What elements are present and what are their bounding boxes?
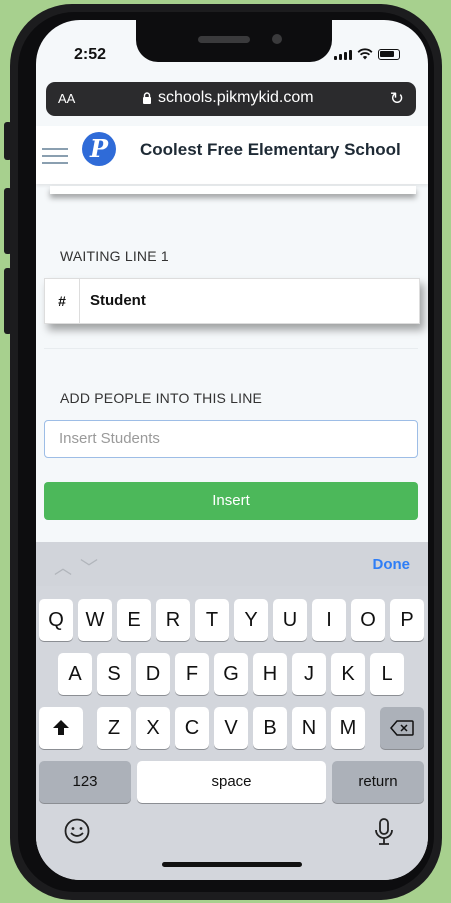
- section-divider: [44, 348, 418, 349]
- reload-icon[interactable]: ↻: [390, 89, 404, 109]
- previous-card-bottom: [50, 186, 416, 194]
- key-g[interactable]: G: [214, 653, 248, 695]
- key-p[interactable]: P: [390, 599, 424, 641]
- key-c[interactable]: C: [175, 707, 209, 749]
- key-s[interactable]: S: [97, 653, 131, 695]
- screen: 2:52 AA schools.pikmykid.com ↻ P Coolest…: [36, 20, 428, 880]
- insert-students-input[interactable]: Insert Students: [44, 420, 418, 458]
- url-display[interactable]: schools.pikmykid.com: [142, 89, 314, 107]
- menu-icon[interactable]: [42, 148, 68, 164]
- key-r[interactable]: R: [156, 599, 190, 641]
- key-t[interactable]: T: [195, 599, 229, 641]
- add-people-title: ADD PEOPLE INTO THIS LINE: [60, 390, 263, 406]
- key-k[interactable]: K: [331, 653, 365, 695]
- wifi-icon: [357, 48, 373, 60]
- shift-key[interactable]: [39, 707, 83, 749]
- key-d[interactable]: D: [136, 653, 170, 695]
- chevron-down-icon[interactable]: ﹀: [80, 558, 106, 578]
- key-o[interactable]: O: [351, 599, 385, 641]
- url-text: schools.pikmykid.com: [158, 89, 314, 106]
- return-key[interactable]: return: [332, 761, 424, 803]
- keyboard: Q W E R T Y U I O P A S D F G H J K L Z …: [36, 586, 428, 880]
- school-name: Coolest Free Elementary School: [140, 140, 401, 159]
- keyboard-accessory-bar: ︿﹀ Done: [36, 542, 428, 588]
- chevron-up-icon[interactable]: ︿: [54, 558, 80, 578]
- key-i[interactable]: I: [312, 599, 346, 641]
- shift-icon: [53, 720, 69, 735]
- key-w[interactable]: W: [78, 599, 112, 641]
- text-size-button[interactable]: AA: [58, 91, 75, 106]
- key-h[interactable]: H: [253, 653, 287, 695]
- cellular-signal-icon: [334, 50, 352, 60]
- key-e[interactable]: E: [117, 599, 151, 641]
- key-b[interactable]: B: [253, 707, 287, 749]
- key-u[interactable]: U: [273, 599, 307, 641]
- app-logo: P: [82, 132, 116, 166]
- lock-icon: [143, 92, 151, 104]
- key-q[interactable]: Q: [39, 599, 73, 641]
- volume-up-button: [4, 188, 12, 254]
- backspace-key[interactable]: [380, 707, 424, 749]
- done-button[interactable]: Done: [373, 556, 411, 573]
- key-v[interactable]: V: [214, 707, 248, 749]
- column-header-number: #: [45, 279, 80, 323]
- waiting-line-table: # Student: [44, 278, 420, 324]
- key-y[interactable]: Y: [234, 599, 268, 641]
- notch: [136, 20, 332, 62]
- waiting-line-title: WAITING LINE 1: [60, 248, 169, 264]
- microphone-icon[interactable]: [374, 818, 394, 846]
- status-time: 2:52: [74, 46, 107, 63]
- battery-icon: [378, 49, 400, 60]
- insert-button[interactable]: Insert: [44, 482, 418, 520]
- key-j[interactable]: J: [292, 653, 326, 695]
- browser-address-bar[interactable]: AA schools.pikmykid.com ↻: [46, 82, 416, 116]
- emoji-icon[interactable]: [64, 818, 90, 844]
- key-z[interactable]: Z: [97, 707, 131, 749]
- key-n[interactable]: N: [292, 707, 326, 749]
- front-camera: [272, 34, 282, 44]
- numbers-key[interactable]: 123: [39, 761, 131, 803]
- volume-down-button: [4, 268, 12, 334]
- space-key[interactable]: space: [137, 761, 326, 803]
- speaker-grille: [198, 36, 250, 43]
- key-l[interactable]: L: [370, 653, 404, 695]
- status-icons: [334, 48, 400, 60]
- key-a[interactable]: A: [58, 653, 92, 695]
- app-header: P Coolest Free Elementary School: [36, 126, 428, 184]
- mute-switch: [4, 122, 12, 160]
- column-header-student: Student: [90, 292, 146, 309]
- home-indicator[interactable]: [162, 862, 302, 867]
- backspace-icon: [390, 720, 414, 736]
- key-f[interactable]: F: [175, 653, 209, 695]
- key-x[interactable]: X: [136, 707, 170, 749]
- field-navigation-arrows[interactable]: ︿﹀: [54, 554, 106, 580]
- key-m[interactable]: M: [331, 707, 365, 749]
